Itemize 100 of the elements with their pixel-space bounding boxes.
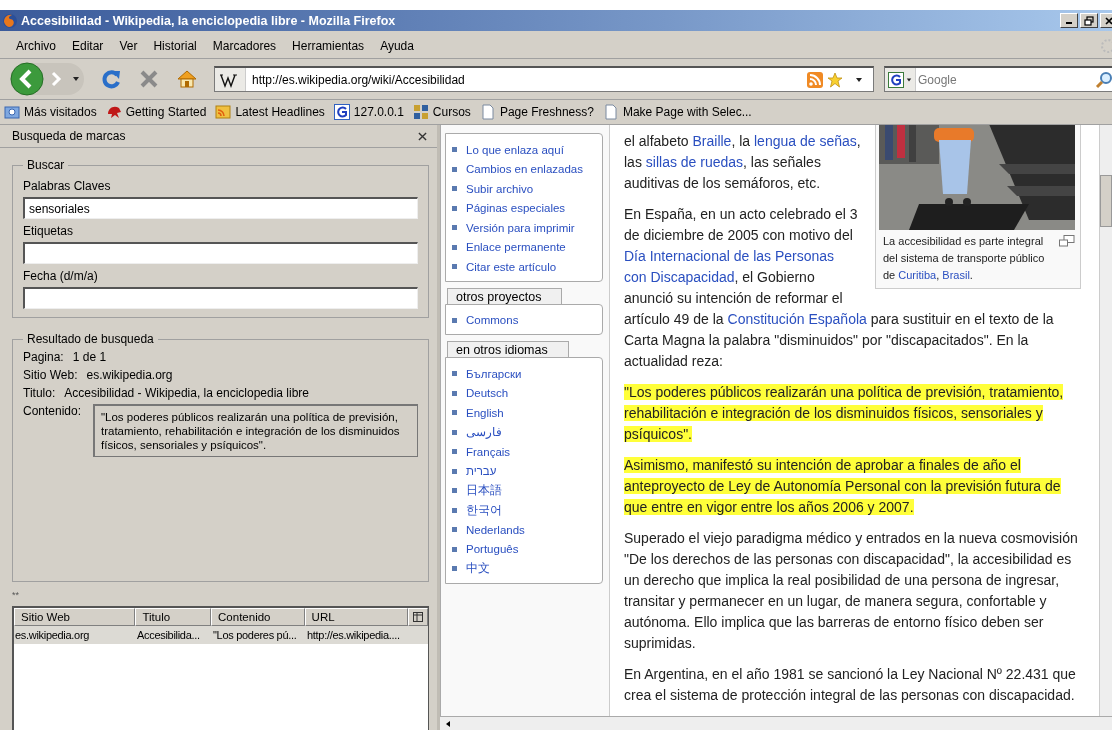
sidebar-link[interactable]: English [466,406,504,419]
menu-item[interactable]: Editar [64,39,112,53]
sidebar-link[interactable]: עברית [466,465,497,478]
bullet-icon [452,468,457,474]
article-link[interactable]: con Discapacidad [624,269,735,285]
back-button[interactable] [10,62,44,96]
bullet-icon [452,527,457,533]
menu-item[interactable]: Marcadores [204,39,285,53]
bullet-icon [452,244,457,250]
column-header[interactable]: Contenido [211,608,305,626]
sidebar-link[interactable]: Cambios en enlazadas [466,163,583,176]
bookmark-item[interactable]: Getting Started [105,104,207,120]
sidebar-link[interactable]: Français [466,445,511,458]
bookmark-item[interactable]: Page Freshness? [479,104,594,120]
sidebar-link[interactable]: Páginas especiales [466,202,566,215]
sidebar-link[interactable]: Citar este artículo [466,260,557,273]
column-header[interactable]: URL [304,608,409,626]
home-icon[interactable] [176,68,198,90]
article-link[interactable]: Braille [692,133,732,149]
sidebar-link[interactable]: Subir archivo [466,182,534,195]
star-icon[interactable] [827,71,843,88]
input-field[interactable] [23,287,418,309]
sidebar-link[interactable]: 한국어 [466,502,502,518]
search-icon[interactable] [1095,70,1112,89]
paragraph: Asimismo, manifestó su intención de aprobar a finales de año el anteproyecto de Ley de Autonomía Personal con la previsión futura de que entre en vigor entre los años 2006 y 2007. [624,456,1062,517]
page-icon [479,104,496,120]
bullet-icon [452,317,457,323]
menu-item[interactable]: Ver [111,39,146,53]
result-label: Titulo: [23,386,56,400]
sidebar-link[interactable]: Deutsch [466,387,509,400]
caption-link[interactable]: Brasil [942,269,970,281]
page-icon [602,104,619,120]
article-link[interactable]: lengua de [754,133,816,149]
restore-button[interactable] [1080,13,1098,28]
minimize-button[interactable] [1060,13,1078,28]
column-picker-button[interactable] [408,608,428,626]
sidebar-link[interactable]: Português [466,543,519,556]
menu-item[interactable]: Archivo [8,39,64,53]
result-value: Accesibilidad - Wikipedia, la enciclopedia libre [64,386,310,400]
close-icon[interactable] [418,131,427,141]
column-header[interactable]: Sitio Web [14,608,136,626]
column-header[interactable]: Titulo [135,608,212,626]
search-engine-icon [888,71,904,88]
url-field[interactable]: http://es.wikipedia.org/wiki/Accesibilidad [214,66,874,92]
sidebar-link[interactable]: Български [466,367,522,380]
loading-icon [1100,38,1112,54]
bookmark-item[interactable]: Make Page with Selec... [602,104,752,120]
column-picker-icon [413,612,424,622]
folder-icon [4,104,20,120]
table-row[interactable]: es.wikipedia.org Accesibilida... "Los poderes pú... http://es.wikipedia.... [14,626,428,644]
bullet-icon [452,566,457,572]
paragraph: "Los poderes públicos realizarán una política de previsión, tratamiento, rehabilitación e integración de los disminuidos físicos, sensoriales y psíquicos". [624,383,1065,444]
sidebar-link[interactable]: Commons [466,314,519,327]
menu-item[interactable]: Historial [145,39,205,53]
bookmark-item[interactable]: Más visitados [4,104,97,120]
sidebar-link[interactable]: Enlace permanente [466,241,566,254]
figure-caption: La accesibilidad es parte integral del sistema de transporte público de Curitiba, Brasil. [883,234,1046,283]
result-value: es.wikipedia.org [86,368,173,382]
bookmark-item[interactable]: Cursos [412,104,471,120]
menu-item[interactable]: Herramientas [284,39,373,53]
search-box[interactable]: Google [884,66,1112,92]
bookmark-item[interactable]: Latest Headlines [215,104,325,120]
window-title: Accesibilidad - Wikipedia, la enciclopedia libre - Mozilla Firefox [21,13,396,28]
vertical-scrollbar[interactable] [1099,125,1112,716]
bullet-icon [452,546,457,552]
menu-item[interactable]: Ayuda [372,39,422,53]
bullet-icon [452,147,457,153]
splitter-grip[interactable]: ** [12,590,19,600]
site-icon [215,68,246,91]
enlarge-icon[interactable] [1059,235,1075,247]
scroll-left-icon[interactable] [444,719,452,728]
sidebar-link[interactable]: 日本語 [466,483,502,499]
bookmark-item[interactable]: 127.0.0.1 [333,104,404,120]
bullet-icon [452,166,457,172]
field-label: Palabras Claves [23,179,112,193]
sidebar-link[interactable]: Nederlands [466,523,525,536]
close-icon [1104,15,1112,26]
horizontal-scrollbar[interactable] [440,716,1112,730]
article-link[interactable]: Día Internacional de las Personas [624,248,835,264]
caret-icon[interactable] [72,75,80,83]
bullet-icon [452,205,457,211]
input-field[interactable] [23,242,418,264]
group-legend: Buscar [23,158,69,172]
sidebar-link[interactable]: Versión para imprimir [466,221,575,234]
bullet-icon [452,371,457,377]
paragraph: En Argentina, en el año 1981 se sancionó la Ley Nacional Nº 22.431 que crea el sistema de protección integral de las personas con discapacidad. [624,665,1077,705]
caret-icon [906,76,912,83]
caret-icon[interactable] [855,75,863,84]
article-link[interactable]: Constitución Española [727,311,867,327]
input-field[interactable]: sensoriales [23,197,418,219]
sidebar-link[interactable]: 中文 [466,561,490,577]
sidebar-link[interactable]: فارسی [466,425,502,440]
bullet-icon [452,410,457,416]
content-box: "Los poderes públicos realizarán una política de previsión, tratamiento, rehabilitación e integración de los disminuidos físicos, sensoriales y psíquicos". [93,404,418,457]
article-link[interactable]: señas [819,133,857,149]
bullet-icon [452,225,457,231]
bullet-icon [452,507,457,513]
search-engine-button[interactable] [885,68,916,91]
sidebar-link[interactable]: Lo que enlaza aquí [466,143,564,156]
reload-icon[interactable] [100,68,122,90]
